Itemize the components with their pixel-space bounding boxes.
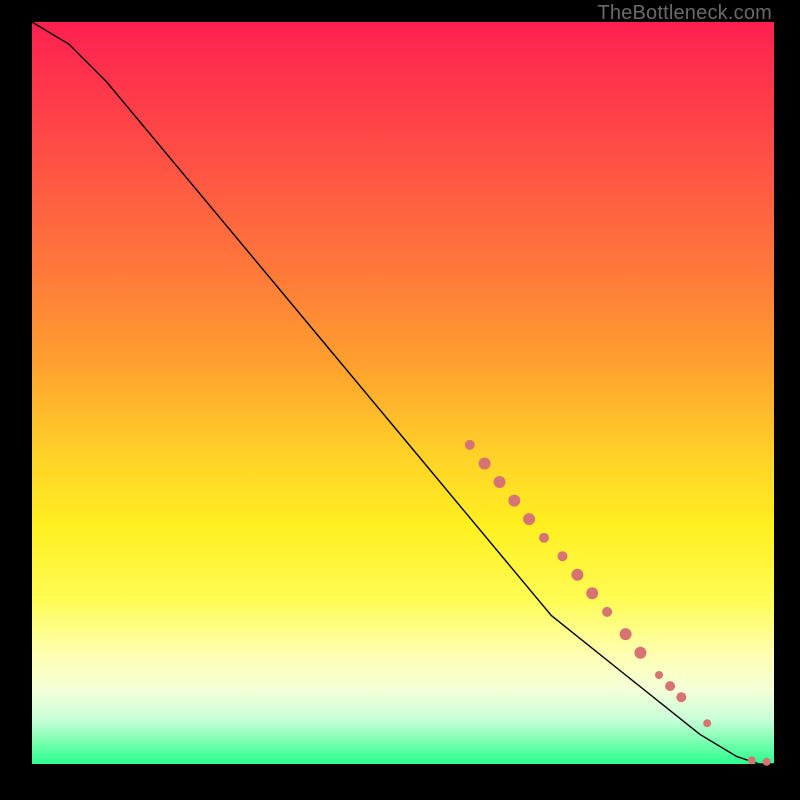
data-point [539,533,549,543]
data-point [676,692,686,702]
data-point [634,647,646,659]
data-point [586,587,598,599]
data-point [558,551,568,561]
data-point [479,458,491,470]
data-point [465,440,475,450]
data-markers [465,440,771,766]
data-point [748,756,756,764]
data-point [602,607,612,617]
curve-svg [32,22,774,764]
data-point [494,476,506,488]
bottleneck-curve [32,22,774,764]
data-point [620,628,632,640]
plot-area [32,22,774,764]
data-point [571,569,583,581]
chart-stage: TheBottleneck.com [0,0,800,800]
data-point [703,719,711,727]
data-point [665,681,675,691]
data-point [508,495,520,507]
data-point [655,671,663,679]
data-point [523,513,535,525]
data-point [763,758,771,766]
